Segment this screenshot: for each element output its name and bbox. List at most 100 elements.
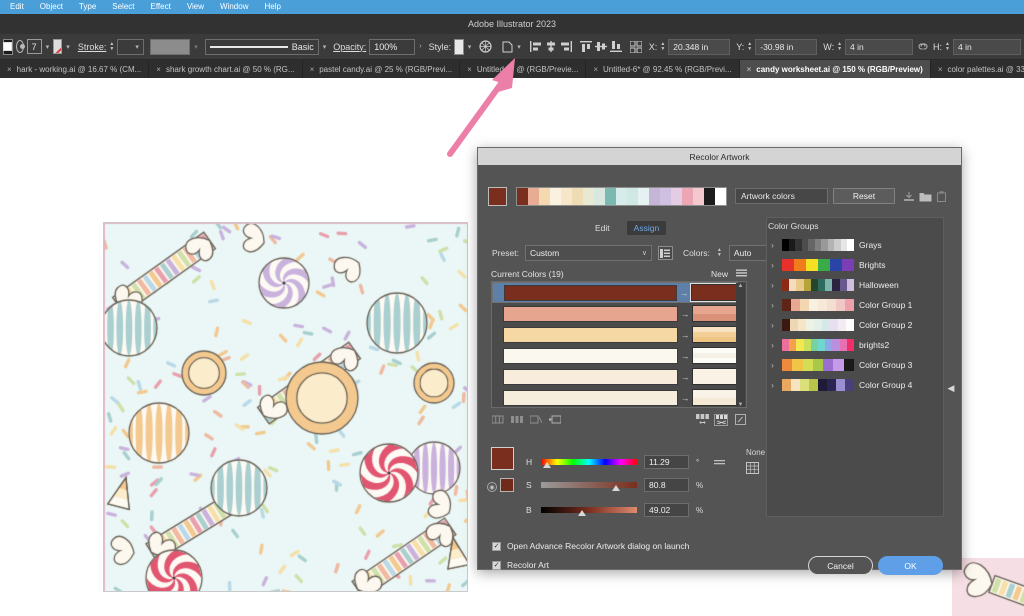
color-group-strip[interactable] (782, 279, 854, 291)
w-stepper-icon[interactable]: ▲▼ (837, 40, 842, 54)
link-proportions-icon[interactable] (916, 40, 930, 54)
color-swatch[interactable] (528, 188, 539, 205)
no-fill-icon[interactable] (53, 39, 62, 54)
close-icon[interactable]: × (938, 65, 943, 74)
new-color-swatch[interactable] (692, 347, 738, 364)
merge-colors-icon[interactable] (491, 414, 505, 426)
color-swatch[interactable] (704, 188, 715, 205)
align-center-horizontal-icon[interactable] (545, 40, 557, 54)
chevron-down-icon[interactable]: ▾ (65, 43, 71, 51)
color-swatch[interactable] (517, 188, 528, 205)
color-swatch[interactable] (550, 188, 561, 205)
color-group-row[interactable]: ›Halloween (768, 275, 940, 295)
active-color-swatch[interactable] (488, 187, 507, 206)
document-tab[interactable]: ×color palettes.ai @ 33.33 % (RG (931, 60, 1024, 78)
current-color-row[interactable]: → (492, 366, 738, 387)
hue-value-field[interactable]: 11.29 (644, 455, 689, 469)
color-swatch[interactable] (583, 188, 594, 205)
close-icon[interactable]: × (310, 65, 315, 74)
colors-stepper-icon[interactable]: ▲▼ (716, 246, 723, 260)
preset-select[interactable]: Custom ∨ (525, 245, 652, 261)
randomize-icon[interactable] (548, 414, 562, 426)
x-stepper-icon[interactable]: ▲▼ (660, 40, 665, 54)
menu-item-edit[interactable]: Edit (2, 0, 32, 14)
color-swatch[interactable] (693, 188, 704, 205)
color-swatch[interactable] (627, 188, 638, 205)
color-group-row[interactable]: ›Color Group 3 (768, 355, 940, 375)
separate-colors-icon[interactable] (510, 414, 524, 426)
color-group-row[interactable]: ›Color Group 1 (768, 295, 940, 315)
current-color-bar[interactable] (503, 390, 678, 406)
current-color-bar[interactable] (504, 285, 677, 301)
random-brightness-icon[interactable] (714, 414, 728, 426)
color-swatch[interactable] (660, 188, 671, 205)
color-group-strip[interactable] (782, 299, 854, 311)
cancel-button[interactable]: Cancel (808, 556, 873, 575)
delete-icon[interactable] (934, 189, 948, 203)
menu-item-help[interactable]: Help (256, 0, 288, 14)
expand-group-icon[interactable]: › (768, 381, 777, 390)
color-group-strip[interactable] (782, 339, 854, 351)
opacity-field[interactable]: 100% (369, 39, 415, 55)
chevron-down-icon[interactable]: ▾ (516, 43, 522, 51)
opacity-options-icon[interactable]: › (418, 43, 422, 50)
document-tab[interactable]: ×candy worksheet.ai @ 150 % (RGB/Preview… (740, 60, 931, 78)
expand-group-icon[interactable]: › (768, 341, 777, 350)
reset-button[interactable]: Reset (833, 188, 895, 204)
brightness-value-field[interactable]: 49.02 (644, 503, 689, 517)
saturation-slider-track[interactable] (541, 482, 637, 488)
y-field[interactable]: -30.98 in (755, 39, 817, 55)
brush-definition-select[interactable]: Basic (205, 39, 319, 55)
brightness-slider-track[interactable] (541, 507, 637, 513)
current-color-bar[interactable] (503, 327, 678, 343)
align-top-icon[interactable] (580, 40, 592, 54)
close-icon[interactable]: × (593, 65, 598, 74)
h-stepper-icon[interactable]: ▲▼ (945, 40, 950, 54)
menu-item-window[interactable]: Window (212, 0, 256, 14)
x-field[interactable]: 20.348 in (668, 39, 730, 55)
current-color-row[interactable]: → (492, 324, 738, 345)
color-swatch[interactable] (682, 188, 693, 205)
color-swatch[interactable] (605, 188, 616, 205)
random-order-icon[interactable] (695, 414, 709, 426)
align-middle-vertical-icon[interactable] (595, 40, 607, 54)
align-bottom-icon[interactable] (610, 40, 622, 54)
stroke-stepper-icon[interactable]: ▲▼ (109, 40, 114, 54)
y-stepper-icon[interactable]: ▲▼ (747, 40, 752, 54)
new-color-swatch[interactable] (691, 284, 737, 301)
color-swatch[interactable] (539, 188, 550, 205)
current-color-bar[interactable] (503, 348, 678, 364)
folder-icon[interactable] (918, 189, 932, 203)
menu-item-object[interactable]: Object (32, 0, 71, 14)
color-group-strip[interactable] (782, 239, 854, 251)
hue-slider-thumb[interactable] (543, 462, 551, 468)
new-color-swatch[interactable] (692, 305, 738, 322)
selected-color-swatch-large[interactable] (491, 447, 514, 470)
checkbox-recolor-art[interactable]: ✓ (492, 561, 501, 570)
color-group-row[interactable]: ›Color Group 2 (768, 315, 940, 335)
expand-group-icon[interactable]: › (768, 301, 777, 310)
tab-edit[interactable]: Edit (588, 221, 617, 235)
current-color-row[interactable]: → (492, 282, 738, 303)
expand-group-icon[interactable]: › (768, 361, 777, 370)
menu-item-type[interactable]: Type (71, 0, 104, 14)
color-list-icon[interactable] (658, 246, 673, 260)
current-colors-list[interactable]: →→→→→→→→→ ▲ ▼ (491, 281, 747, 408)
transform-icon[interactable] (501, 40, 513, 54)
save-color-group-icon[interactable] (902, 189, 916, 203)
close-icon[interactable]: × (7, 65, 12, 74)
saturation-value-field[interactable]: 80.8 (644, 478, 689, 492)
scroll-up-icon[interactable]: ▲ (738, 283, 744, 289)
artwork-color-strip[interactable] (516, 187, 727, 206)
color-group-row[interactable]: ›Grays (768, 235, 940, 255)
checkbox-open-advance-row[interactable]: ✓ Open Advance Recolor Artwork dialog on… (492, 541, 689, 551)
layer-number-field[interactable]: 7 (27, 39, 42, 54)
document-tab[interactable]: ×shark growth chart.ai @ 50 % (RG... (149, 60, 302, 78)
selected-color-swatch-small[interactable] (500, 478, 514, 492)
expand-group-icon[interactable]: › (768, 241, 777, 250)
color-group-strip[interactable] (782, 319, 854, 331)
w-field[interactable]: 4 in (845, 39, 913, 55)
expand-group-icon[interactable]: › (768, 281, 777, 290)
menu-item-view[interactable]: View (179, 0, 212, 14)
stroke-weight-select[interactable]: ▾ (117, 39, 144, 55)
